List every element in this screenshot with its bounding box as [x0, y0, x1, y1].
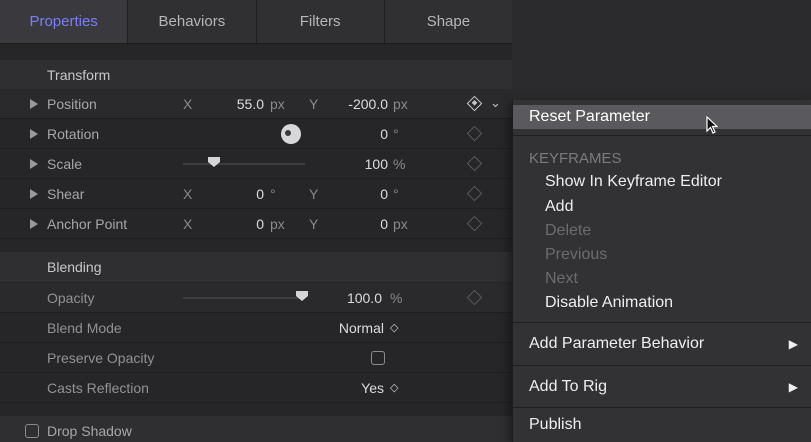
param-row-drop-shadow[interactable]: Drop Shadow — [0, 416, 512, 442]
tab-behaviors[interactable]: Behaviors — [128, 0, 257, 43]
axis-label-y: Y — [309, 185, 319, 202]
mouse-pointer-icon — [706, 116, 718, 134]
scale-value[interactable]: 100 — [352, 156, 388, 172]
param-label-drop-shadow: Drop Shadow — [47, 423, 132, 439]
tab-properties[interactable]: Properties — [0, 0, 129, 43]
position-x-value[interactable]: 55.0 — [224, 96, 264, 112]
axis-label-x: X — [183, 215, 193, 232]
shear-y-unit: ° — [393, 185, 399, 202]
chevron-down-icon[interactable]: ⌄ — [490, 95, 501, 111]
shear-x-value[interactable]: 0 — [240, 186, 264, 202]
param-row-anchor-point[interactable]: Anchor Point X 0 px Y 0 px — [0, 209, 512, 239]
menu-item-add-to-rig[interactable]: Add To Rig ▶ — [513, 375, 811, 399]
param-row-shear[interactable]: Shear X 0 ° Y 0 ° — [0, 179, 512, 209]
position-x-unit: px — [270, 95, 285, 112]
keyframe-diamond-icon[interactable] — [466, 125, 483, 142]
section-blending-header[interactable]: Blending — [0, 252, 512, 282]
preserve-opacity-checkbox[interactable] — [371, 351, 385, 365]
param-row-position[interactable]: Position X 55.0 px Y -200.0 px ⌄ — [0, 89, 512, 119]
param-label-blend-mode: Blend Mode — [47, 319, 122, 336]
param-label-scale: Scale — [47, 155, 83, 172]
inspector-tabs: Properties Behaviors Filters Shape — [0, 0, 512, 44]
inspector-panel: Properties Behaviors Filters Shape Trans… — [0, 0, 512, 442]
menu-item-add-parameter-behavior[interactable]: Add Parameter Behavior ▶ — [513, 332, 811, 356]
keyframe-diamond-icon[interactable] — [466, 185, 483, 202]
menu-item-delete-keyframe: Delete — [545, 222, 592, 239]
popup-stepper-icon[interactable]: ◇ — [390, 381, 398, 394]
param-row-opacity[interactable]: Opacity 100.0 % — [0, 283, 512, 313]
opacity-slider-track[interactable] — [183, 297, 305, 299]
param-label-anchor-point: Anchor Point — [47, 215, 128, 232]
param-label-preserve-opacity: Preserve Opacity — [47, 349, 155, 366]
param-row-scale[interactable]: Scale 100 % — [0, 149, 512, 179]
rotation-dial-icon[interactable] — [281, 124, 301, 144]
disclosure-triangle-icon[interactable] — [30, 159, 38, 169]
menu-item-add-keyframe[interactable]: Add — [513, 195, 811, 219]
menu-separator — [513, 135, 811, 136]
position-y-value[interactable]: -200.0 — [330, 96, 388, 112]
param-label-rotation: Rotation — [47, 125, 100, 142]
menu-separator — [513, 365, 811, 366]
param-row-casts-reflection[interactable]: Casts Reflection Yes ◇ — [0, 373, 512, 403]
position-y-unit: px — [393, 95, 408, 112]
menu-item-label: Add Parameter Behavior — [529, 335, 705, 352]
keyframe-diamond-icon[interactable] — [466, 95, 483, 112]
submenu-arrow-icon: ▶ — [788, 337, 798, 351]
opacity-slider-thumb[interactable] — [296, 291, 308, 301]
drop-shadow-checkbox[interactable] — [25, 424, 39, 438]
menu-item-previous-keyframe: Previous — [545, 246, 608, 263]
menu-separator — [513, 322, 811, 323]
axis-label-x: X — [183, 95, 193, 112]
scale-unit: % — [393, 155, 406, 172]
disclosure-triangle-icon[interactable] — [30, 219, 38, 229]
casts-reflection-value[interactable]: Yes — [350, 380, 384, 396]
axis-label-x: X — [183, 185, 193, 202]
menu-header-keyframes: KEYFRAMES — [529, 149, 622, 167]
opacity-value[interactable]: 100.0 — [330, 290, 382, 306]
menu-item-label: Add To Rig — [529, 378, 607, 395]
menu-separator — [513, 407, 811, 408]
submenu-arrow-icon: ▶ — [788, 380, 798, 394]
axis-label-y: Y — [309, 95, 319, 112]
anchor-y-unit: px — [393, 215, 408, 232]
tab-shape[interactable]: Shape — [385, 0, 512, 43]
menu-item-reset-parameter[interactable]: Reset Parameter — [513, 105, 811, 129]
anchor-x-value[interactable]: 0 — [240, 216, 264, 232]
scale-slider-track[interactable] — [183, 163, 305, 165]
keyframe-diamond-icon[interactable] — [466, 289, 483, 306]
disclosure-triangle-icon[interactable] — [30, 129, 38, 139]
shear-y-value[interactable]: 0 — [364, 186, 388, 202]
anchor-y-value[interactable]: 0 — [364, 216, 388, 232]
keyframe-diamond-icon[interactable] — [466, 215, 483, 232]
keyframe-diamond-icon[interactable] — [466, 155, 483, 172]
param-label-opacity: Opacity — [47, 289, 95, 306]
menu-item-show-in-keyframe-editor[interactable]: Show In Keyframe Editor — [513, 170, 811, 194]
anchor-x-unit: px — [270, 215, 285, 232]
section-transform-header[interactable]: Transform — [0, 60, 512, 90]
param-row-blend-mode[interactable]: Blend Mode Normal ◇ — [0, 313, 512, 343]
scale-slider-thumb[interactable] — [208, 157, 220, 167]
menu-item-publish[interactable]: Publish — [513, 413, 811, 437]
param-label-shear: Shear — [47, 185, 85, 202]
context-menu: Reset Parameter KEYFRAMES Show In Keyfra… — [512, 100, 811, 442]
rotation-unit: ° — [393, 125, 399, 142]
axis-label-y: Y — [309, 215, 319, 232]
rotation-value[interactable]: 0 — [370, 126, 388, 142]
blend-mode-value[interactable]: Normal — [330, 320, 384, 336]
param-label-position: Position — [47, 95, 97, 112]
disclosure-triangle-icon[interactable] — [30, 99, 38, 109]
tab-filters[interactable]: Filters — [257, 0, 385, 43]
popup-stepper-icon[interactable]: ◇ — [390, 321, 398, 334]
param-row-rotation[interactable]: Rotation 0 ° — [0, 119, 512, 149]
disclosure-triangle-icon[interactable] — [30, 189, 38, 199]
opacity-unit: % — [390, 289, 403, 306]
menu-item-next-keyframe: Next — [545, 270, 578, 287]
menu-item-disable-animation[interactable]: Disable Animation — [513, 291, 811, 315]
param-row-preserve-opacity[interactable]: Preserve Opacity — [0, 343, 512, 373]
param-label-casts-reflection: Casts Reflection — [47, 379, 149, 396]
shear-x-unit: ° — [270, 185, 276, 202]
